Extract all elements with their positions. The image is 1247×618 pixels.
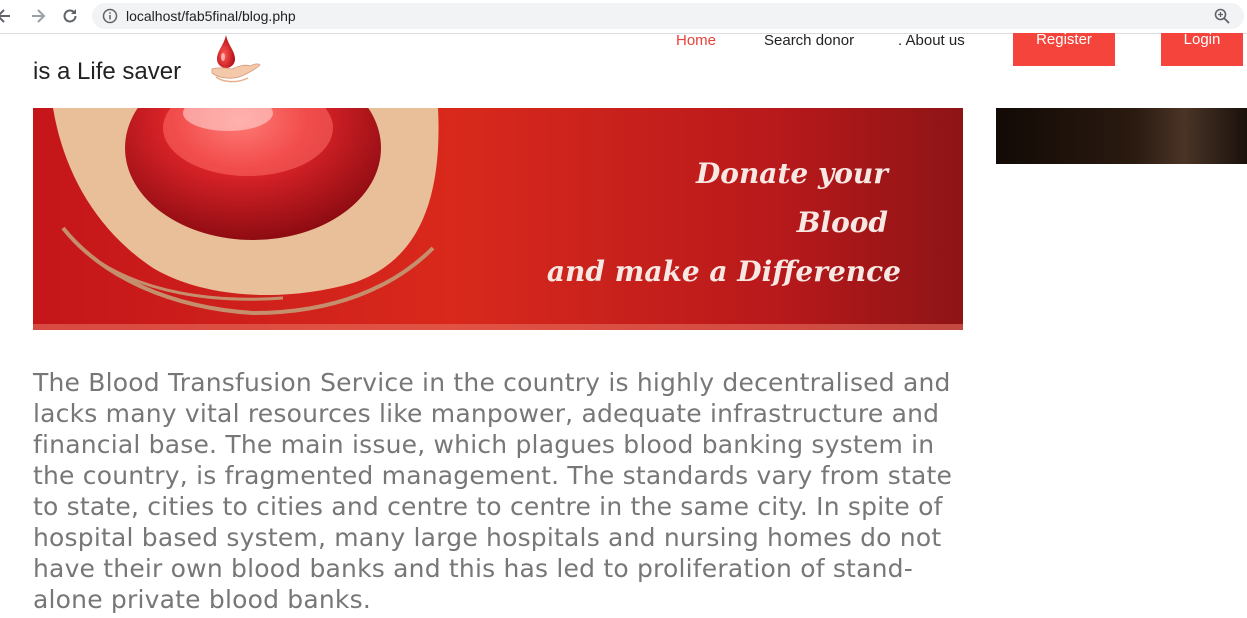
nav-link-about-us[interactable]: . About us <box>898 32 965 49</box>
url-text[interactable]: localhost/fab5final/blog.php <box>126 8 296 24</box>
forward-arrow-icon[interactable] <box>28 6 48 26</box>
banner-text-line1: Donate your <box>695 157 890 190</box>
reload-icon[interactable] <box>60 6 80 26</box>
banner-text-line2: Blood <box>796 206 888 239</box>
site-tagline: is a Life saver <box>33 58 182 85</box>
donate-blood-banner: Donate your Blood and make a Difference <box>33 108 963 330</box>
zoom-icon[interactable] <box>1214 8 1230 24</box>
nav-link-home[interactable]: Home <box>676 32 716 49</box>
info-icon[interactable] <box>102 8 118 24</box>
banner-text-line3: and make a Difference <box>547 255 901 288</box>
article-paragraph: The Blood Transfusion Service in the cou… <box>33 368 953 614</box>
address-bar[interactable]: localhost/fab5final/blog.php <box>92 3 1244 29</box>
browser-toolbar: localhost/fab5final/blog.php <box>0 0 1247 34</box>
register-button-label: Register <box>1036 31 1092 48</box>
sidebar-image <box>996 108 1247 164</box>
blood-drop-hand-logo <box>211 35 261 83</box>
login-button[interactable]: Login <box>1161 31 1243 66</box>
back-arrow-icon[interactable] <box>0 6 14 26</box>
register-button[interactable]: Register <box>1013 31 1115 66</box>
nav-link-search-donor[interactable]: Search donor <box>764 32 854 49</box>
login-button-label: Login <box>1183 31 1221 48</box>
